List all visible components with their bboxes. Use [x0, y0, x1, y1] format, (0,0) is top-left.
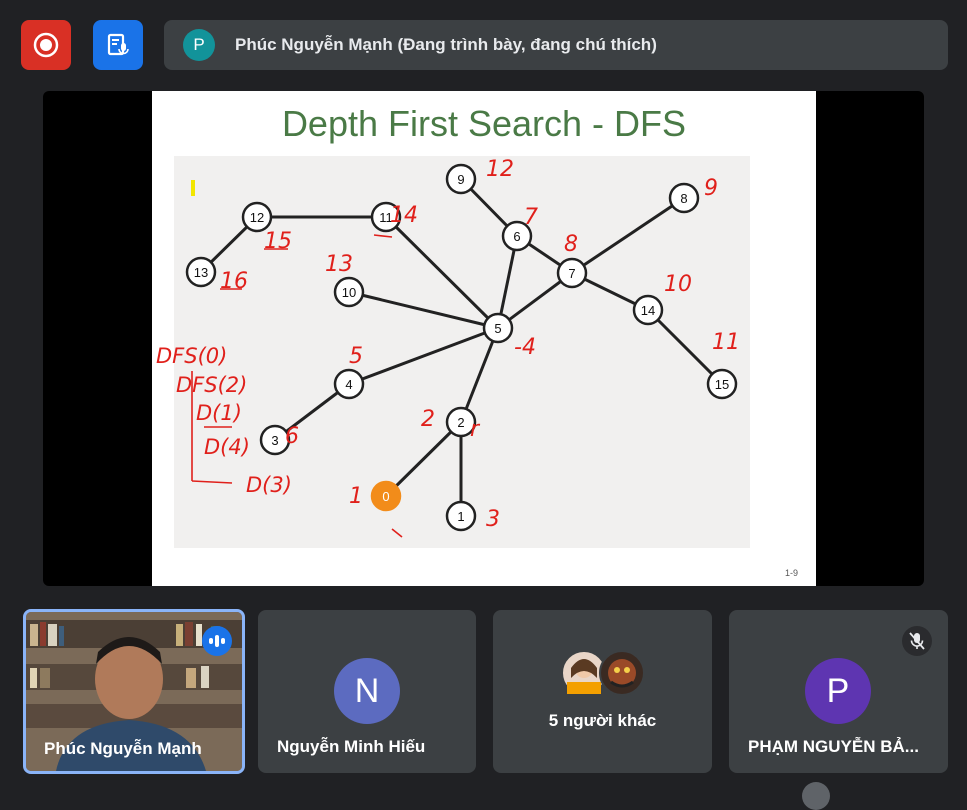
- annotation-trace-line: DFS(2): [176, 373, 247, 397]
- document-mic-icon: [107, 33, 129, 56]
- other-participants-tile[interactable]: 5 người khác: [493, 610, 712, 773]
- annotation-layer: 12151614 79813105 -4 112613rDFS(0)DFS(2)D(1…: [156, 157, 740, 538]
- annotation-text: 6: [285, 424, 299, 449]
- annotation-text: 12: [486, 157, 514, 182]
- annotation-stroke: [373, 234, 393, 238]
- participant-name: PHẠM NGUYỄN BẢ...: [748, 737, 919, 756]
- annotation-text: 13: [325, 252, 353, 277]
- presenter-avatar: P: [183, 29, 215, 61]
- mic-off-icon: [902, 626, 932, 656]
- annotation-trace-line: D(3): [246, 473, 292, 497]
- annotation-text: 1: [349, 484, 363, 509]
- annotation-trace-line: D(4): [204, 435, 250, 459]
- annotation-text: 7: [524, 205, 538, 230]
- record-button[interactable]: [21, 20, 71, 70]
- annotation-text: 11: [712, 330, 740, 355]
- annotation-trace-line: DFS(0): [156, 344, 227, 368]
- speaking-indicator-icon: [202, 626, 232, 656]
- participant-tile[interactable]: P PHẠM NGUYỄN BẢ...: [729, 610, 948, 773]
- annotation-text: 10: [664, 272, 692, 297]
- participant-name: Phúc Nguyễn Mạnh: [44, 739, 202, 758]
- record-icon: [33, 32, 59, 58]
- annotation-text: r: [470, 417, 481, 442]
- annotation-text: 14: [390, 203, 418, 228]
- annotation-text: 5: [349, 344, 363, 369]
- annotation-text: 8: [564, 232, 578, 257]
- transcript-button[interactable]: [93, 20, 143, 70]
- participant-tile-presenter[interactable]: Phúc Nguyễn Mạnh: [23, 609, 245, 774]
- more-indicator: [802, 782, 830, 810]
- annotation-text: 16: [220, 269, 248, 294]
- slide: Depth First Search - DFS 1-9 01234567891…: [152, 91, 816, 586]
- presenter-label: Phúc Nguyễn Mạnh (Đang trình bày, đang c…: [235, 35, 657, 54]
- annotation-text: -4: [514, 335, 536, 360]
- participant-avatar: P: [805, 658, 871, 724]
- presentation-stage: Depth First Search - DFS 1-9 01234567891…: [43, 91, 924, 586]
- participant-mini-avatar: [599, 650, 645, 696]
- annotation-trace-line: D(1): [196, 401, 242, 425]
- participant-avatar: N: [334, 658, 400, 724]
- annotation-cursor: [191, 180, 195, 196]
- annotation-text: 9: [704, 176, 718, 201]
- other-participants-label: 5 người khác: [548, 711, 657, 730]
- annotation-text: 15: [264, 229, 292, 254]
- presenter-bar[interactable]: P Phúc Nguyễn Mạnh (Đang trình bày, đang…: [164, 20, 948, 70]
- participant-name: Nguyễn Minh Hiếu: [277, 737, 426, 756]
- participant-tile[interactable]: N Nguyễn Minh Hiếu: [258, 610, 476, 773]
- annotation-text: 3: [486, 507, 500, 532]
- annotation-stroke: [391, 528, 403, 538]
- annotation-text: 2: [421, 407, 435, 432]
- annotation-stroke: [191, 480, 233, 484]
